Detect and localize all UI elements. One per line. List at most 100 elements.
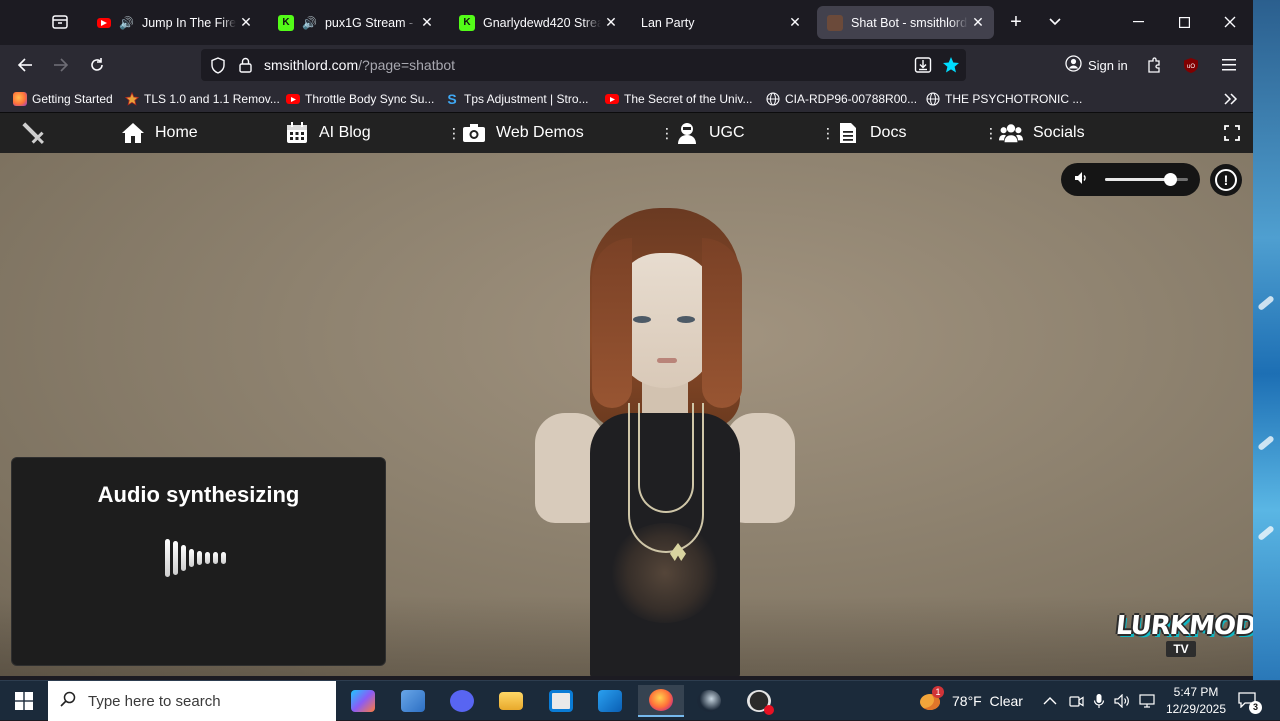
bookmark-star-icon[interactable]: [942, 56, 960, 79]
nav-label: AI Blog: [319, 124, 371, 141]
tab-pux1g-stream[interactable]: K 🔊 pux1G Stream - Wa ✕: [268, 6, 443, 39]
svg-text:uO: uO: [1187, 64, 1195, 70]
tab-lan-party[interactable]: Lan Party ✕: [631, 6, 811, 39]
volume-slider-fill: [1105, 178, 1170, 181]
folder-glyph: [499, 692, 523, 710]
url-bar[interactable]: smsithlord.com/?page=shatbot: [201, 49, 966, 81]
tracking-protection-shield-icon[interactable]: [210, 57, 226, 79]
save-page-icon[interactable]: [914, 56, 932, 79]
discord-icon[interactable]: [442, 685, 482, 717]
desktop-glint: [1257, 524, 1275, 542]
bookmark-label: The Secret of the Univ...: [624, 92, 753, 106]
new-tab-icon[interactable]: +: [1001, 8, 1031, 36]
back-icon[interactable]: [11, 51, 39, 79]
bookmark-label: Tps Adjustment | Stro...: [464, 92, 589, 106]
tab-title: Lan Party: [641, 15, 695, 30]
notification-center-icon[interactable]: 3: [1238, 681, 1262, 721]
file-explorer-icon[interactable]: [491, 685, 531, 717]
avatar-viewport[interactable]: ! Audio synthesizing LURKMODE TV: [0, 153, 1253, 676]
copilot-icon[interactable]: [343, 685, 383, 717]
windows-start-icon[interactable]: [0, 681, 48, 721]
more-bookmarks-chevron-icon[interactable]: [1224, 90, 1238, 108]
code-editor-glyph: [401, 690, 425, 712]
volume-speaker-icon[interactable]: [1074, 171, 1089, 188]
youtube-icon: [97, 17, 111, 28]
steam-icon[interactable]: [689, 685, 729, 717]
fullscreen-icon[interactable]: [1224, 113, 1240, 153]
microsoft-store-icon[interactable]: [541, 685, 581, 717]
bookmark-throttle-body[interactable]: Throttle Body Sync Su...: [286, 90, 434, 108]
site-logo-icon[interactable]: [18, 113, 48, 153]
show-hidden-icons-chevron-icon[interactable]: [1043, 681, 1057, 721]
bookmark-secret-of-universe[interactable]: The Secret of the Univ...: [605, 90, 753, 108]
nav-ai-blog[interactable]: AI Blog: [285, 113, 371, 153]
globe-icon: [926, 92, 940, 106]
browser-tab-bar: 🔊 Jump In The Fire (R ✕ K 🔊 pux1G Stream…: [0, 0, 1253, 45]
outlook-icon[interactable]: [590, 685, 630, 717]
weather-widget[interactable]: 1 78°F Clear: [918, 681, 1023, 721]
bookmark-cia-rdp96[interactable]: CIA-RDP96-00788R00...: [766, 90, 917, 108]
lock-icon[interactable]: [239, 57, 252, 78]
outlook-glyph: [598, 690, 622, 712]
document-icon: [836, 122, 860, 144]
tab-gnarlydewd420-stream[interactable]: K Gnarlydewd420 Stream ✕: [449, 6, 627, 39]
nav-web-demos[interactable]: Web Demos: [462, 113, 584, 153]
weather-badge: 1: [932, 686, 944, 698]
ublock-origin-icon[interactable]: uO: [1177, 51, 1205, 79]
close-window-icon[interactable]: [1215, 8, 1245, 36]
firefox-taskbar-icon[interactable]: [638, 685, 684, 717]
taskbar-search-input[interactable]: Type here to search: [48, 681, 336, 721]
nav-kebab-menu-icon[interactable]: ⋮: [821, 125, 835, 141]
nav-home[interactable]: Home: [121, 113, 198, 153]
nav-kebab-menu-icon[interactable]: ⋮: [447, 125, 461, 141]
speaker-icon[interactable]: 🔊: [302, 16, 317, 30]
volume-control[interactable]: [1061, 163, 1200, 196]
clock-date: 12/29/2025: [1165, 702, 1227, 716]
tab-title: pux1G Stream - Wa: [324, 15, 417, 30]
firefox-view-icon[interactable]: [45, 8, 75, 36]
bookmark-psychotronic[interactable]: THE PSYCHOTRONIC ...: [926, 90, 1082, 108]
menu-hamburger-icon[interactable]: [1215, 51, 1243, 79]
avatar-hair-strand: [702, 238, 742, 408]
recording-dot: [764, 705, 774, 715]
maximize-icon[interactable]: [1169, 8, 1199, 36]
bookmark-tls[interactable]: TLS 1.0 and 1.1 Remov...: [125, 90, 280, 108]
close-tab-icon[interactable]: ✕: [968, 14, 988, 31]
nav-docs[interactable]: Docs: [836, 113, 906, 153]
sign-in-button[interactable]: Sign in: [1057, 49, 1133, 81]
nav-socials[interactable]: Socials: [999, 113, 1085, 153]
speaker-icon[interactable]: 🔊: [119, 16, 134, 30]
volume-slider-knob[interactable]: [1163, 173, 1177, 186]
minimize-icon[interactable]: [1123, 8, 1153, 36]
nav-ugc[interactable]: UGC: [675, 113, 745, 153]
info-alert-button[interactable]: !: [1210, 164, 1242, 196]
close-tab-icon[interactable]: ✕: [785, 14, 805, 31]
nav-kebab-menu-icon[interactable]: ⋮: [984, 125, 998, 141]
meet-now-icon[interactable]: [1069, 681, 1084, 721]
taskbar-clock[interactable]: 5:47 PM 12/29/2025: [1158, 684, 1234, 718]
bookmark-tps-adjustment[interactable]: S Tps Adjustment | Stro...: [445, 90, 589, 108]
3d-avatar-character: [520, 208, 810, 676]
close-tab-icon[interactable]: ✕: [236, 14, 256, 31]
extensions-icon[interactable]: [1140, 51, 1168, 79]
bookmark-getting-started[interactable]: Getting Started: [13, 90, 113, 108]
url-text[interactable]: smsithlord.com/?page=shatbot: [264, 57, 455, 73]
desktop-glint: [1257, 294, 1275, 312]
close-tab-icon[interactable]: ✕: [417, 14, 437, 31]
tab-jump-in-the-fire[interactable]: 🔊 Jump In The Fire (R ✕: [87, 6, 262, 39]
tab-shat-bot[interactable]: Shat Bot - smsithlord.co ✕: [817, 6, 994, 39]
nav-kebab-menu-icon[interactable]: ⋮: [660, 125, 674, 141]
reload-icon[interactable]: [83, 51, 111, 79]
network-icon[interactable]: [1139, 681, 1155, 721]
bookmark-label: CIA-RDP96-00788R00...: [785, 92, 918, 106]
list-all-tabs-icon[interactable]: [1040, 8, 1070, 36]
avatar-eye: [633, 316, 651, 323]
microphone-icon[interactable]: [1093, 681, 1105, 721]
close-tab-icon[interactable]: ✕: [601, 14, 621, 31]
volume-slider[interactable]: [1105, 173, 1188, 186]
tab-title: Gnarlydewd420 Stream: [483, 15, 601, 30]
speaker-volume-icon[interactable]: [1114, 681, 1132, 721]
forward-icon[interactable]: [47, 51, 75, 79]
obs-record-icon[interactable]: [739, 685, 779, 717]
code-editor-icon[interactable]: [393, 685, 433, 717]
